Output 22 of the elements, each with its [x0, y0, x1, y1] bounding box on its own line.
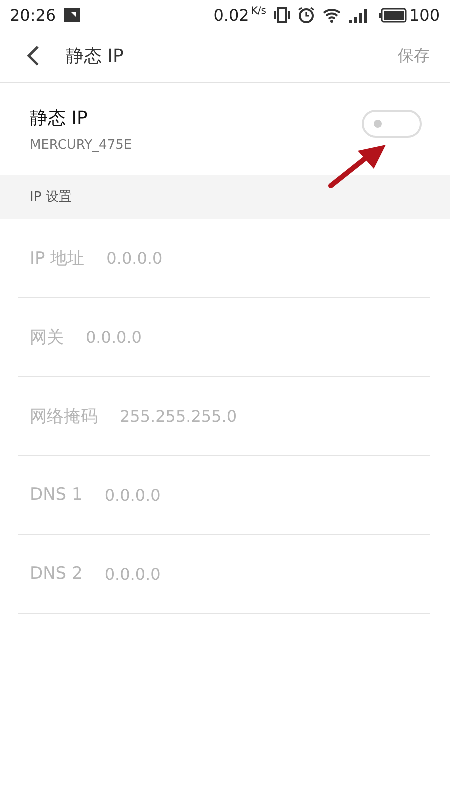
network-name: MERCURY_475E	[30, 138, 134, 152]
alarm-icon	[298, 6, 316, 24]
image-icon	[64, 8, 80, 22]
field-label: IP 地址	[30, 248, 85, 270]
battery-level: 100	[409, 6, 440, 24]
section-title: IP 设置	[30, 189, 72, 206]
vibrate-icon	[274, 7, 290, 23]
field-label: DNS 1	[30, 485, 83, 505]
static-ip-switch[interactable]	[362, 110, 422, 138]
network-speed: 0.02	[214, 6, 250, 24]
wifi-icon	[323, 8, 342, 22]
status-time: 20:26	[10, 6, 56, 24]
battery-icon	[379, 8, 408, 22]
field-label: DNS 2	[30, 564, 83, 584]
annotation-arrow-icon	[328, 143, 388, 189]
page-title: 静态 IP	[66, 45, 125, 68]
save-button[interactable]: 保存	[398, 46, 430, 66]
static-ip-title: 静态 IP	[30, 106, 89, 130]
field-label: 网络掩码	[30, 406, 98, 428]
back-icon[interactable]	[26, 45, 40, 67]
field-label: 网关	[30, 326, 64, 348]
speed-unit: K/s	[251, 6, 266, 17]
